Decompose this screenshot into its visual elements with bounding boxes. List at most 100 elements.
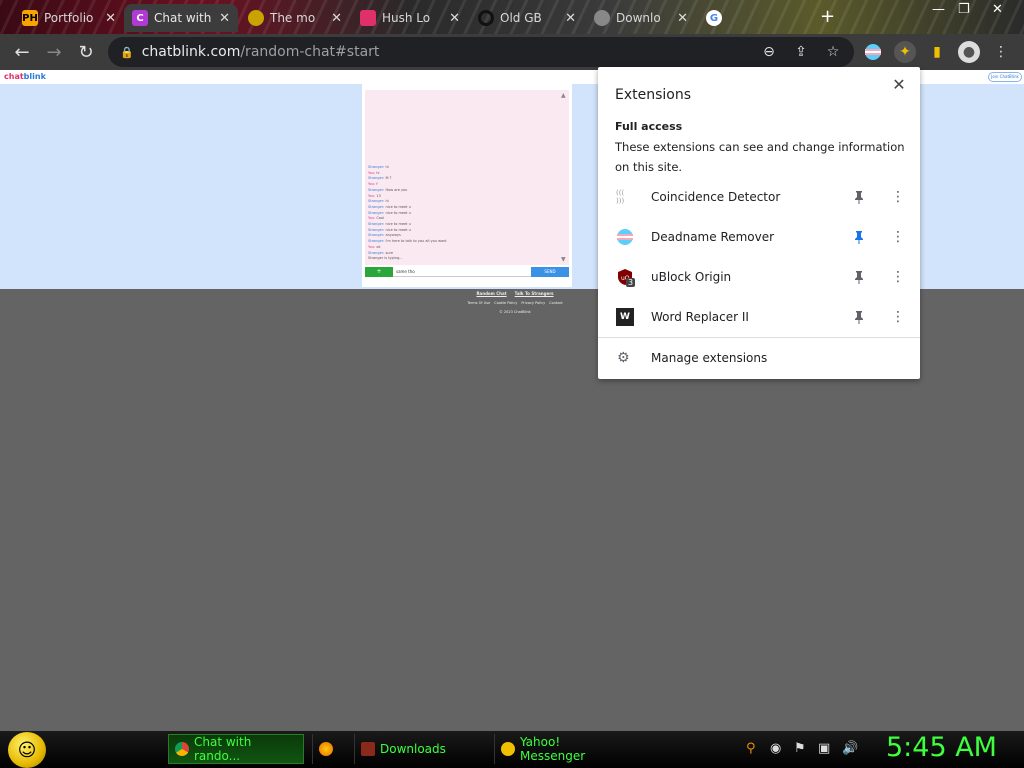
search-icon[interactable]: ⚲ xyxy=(746,741,756,756)
chat-text: ok xyxy=(376,244,381,249)
yahoo-smiley-icon xyxy=(501,742,515,756)
extensions-puzzle-icon[interactable]: ✦ xyxy=(894,41,916,63)
extension-name: Deadname Remover xyxy=(651,230,775,244)
reload-icon[interactable]: ↻ xyxy=(70,36,102,68)
site-icon xyxy=(248,10,264,26)
tab-the-mo[interactable]: The mo ✕ xyxy=(240,4,350,32)
volume-icon[interactable]: 🔊 xyxy=(842,741,858,756)
tab-downlo[interactable]: Downlo ✕ xyxy=(586,4,696,32)
close-icon[interactable]: ✕ xyxy=(565,11,576,26)
task-chrome-chat[interactable]: Chat with rando... xyxy=(168,734,304,764)
new-tab-icon[interactable]: + xyxy=(820,6,835,27)
forward-arrow-icon[interactable]: → xyxy=(38,36,70,68)
menu-kebab-icon[interactable]: ⋮ xyxy=(990,41,1012,63)
site-logo[interactable]: chatblink xyxy=(4,72,46,81)
chat-message: Stranger: anyways xyxy=(368,233,401,238)
messenger-tray-icon[interactable]: ◉ xyxy=(770,741,781,756)
footer-link-cookie[interactable]: Cookie Policy xyxy=(494,301,517,305)
tab-label: Old GB xyxy=(500,11,542,25)
minimize-icon[interactable]: — xyxy=(932,2,945,17)
side-panel-icon[interactable]: ▮ xyxy=(926,41,948,63)
tab-old-gb[interactable]: Old GB ✕ xyxy=(470,4,584,32)
share-icon[interactable]: ⇪ xyxy=(790,41,812,63)
task-firefox[interactable] xyxy=(312,734,348,764)
start-button-smiley-icon[interactable]: ☺ xyxy=(8,732,46,768)
footer-link-privacy[interactable]: Privacy Policy xyxy=(521,301,545,305)
more-options-icon[interactable]: ⋮ xyxy=(890,269,906,285)
tab-hush[interactable]: Hush Lo ✕ xyxy=(352,4,468,32)
chat-sender: Stranger: xyxy=(368,204,385,209)
close-icon[interactable]: ✕ xyxy=(105,11,116,26)
close-window-icon[interactable]: ✕ xyxy=(992,2,1003,17)
close-icon[interactable]: ✕ xyxy=(331,11,342,26)
extension-row-coincidence-detector[interactable]: ((( ))) Coincidence Detector ⋮ xyxy=(598,177,920,217)
site-footer: Random Chat Talk To Strangers Terms Of Us… xyxy=(440,291,590,314)
restore-icon[interactable]: ❐ xyxy=(958,2,970,17)
chat-message: Stranger: i'm here to talk to you all yo… xyxy=(368,239,447,244)
scroll-down-icon[interactable]: ▼ xyxy=(561,256,567,263)
more-options-icon[interactable]: ⋮ xyxy=(890,309,906,325)
zoom-icon[interactable]: ⊖ xyxy=(758,41,780,63)
pin-icon[interactable] xyxy=(851,269,867,285)
chat-sender: Stranger: xyxy=(368,176,385,181)
tab-label: The mo xyxy=(270,11,316,25)
chrome-icon xyxy=(175,742,189,756)
chat-log[interactable]: ▲ ▼ Stranger: hi You: hi Stranger: M ? You:… xyxy=(365,90,569,265)
close-icon[interactable]: ✕ xyxy=(219,11,230,26)
word-replacer-icon: W xyxy=(616,308,634,326)
extension-name: Coincidence Detector xyxy=(651,190,781,204)
close-icon[interactable]: ✕ xyxy=(888,73,910,95)
extensions-popup: Extensions ✕ Full access These extension… xyxy=(598,67,920,379)
pin-icon[interactable] xyxy=(851,309,867,325)
more-options-icon[interactable]: ⋮ xyxy=(890,189,906,205)
task-downloads[interactable]: Downloads xyxy=(354,734,486,764)
scroll-up-icon[interactable]: ▲ xyxy=(561,92,567,99)
gear-icon: ⚙ xyxy=(617,350,630,366)
manage-extensions-label: Manage extensions xyxy=(651,351,768,365)
extension-row-ublock-origin[interactable]: uO 3 uBlock Origin ⋮ xyxy=(598,257,920,297)
firefox-icon xyxy=(319,742,333,756)
tab-label: Downlo xyxy=(616,11,661,25)
chat-sender: Stranger: xyxy=(368,250,385,255)
trans-flag-extension-icon[interactable] xyxy=(862,41,884,63)
chat-message: You: Cool xyxy=(368,216,384,221)
chat-text: hi xyxy=(376,170,380,175)
footer-link-talk-to-strangers[interactable]: Talk To Strangers xyxy=(515,291,554,296)
pinned-icon[interactable] xyxy=(851,229,867,245)
ublock-shield-icon: uO 3 xyxy=(616,268,636,287)
tab-portfolio[interactable]: PH Portfolio ✕ xyxy=(14,4,124,32)
more-options-icon[interactable]: ⋮ xyxy=(890,229,906,245)
divider xyxy=(598,337,920,338)
join-button[interactable]: Join ChatBlink xyxy=(988,72,1022,82)
network-flag-icon[interactable]: ⚑ xyxy=(794,741,806,756)
clock[interactable]: 5:45 AM xyxy=(886,732,997,763)
profile-avatar-icon[interactable]: ● xyxy=(958,41,980,63)
folder-icon xyxy=(361,742,375,756)
footer-link-contact[interactable]: Contact xyxy=(549,301,563,305)
back-arrow-icon[interactable]: ← xyxy=(6,36,38,68)
chat-message: Stranger: sure xyxy=(368,251,393,256)
pin-icon[interactable] xyxy=(851,189,867,205)
ublock-badge: 3 xyxy=(626,278,636,287)
close-icon[interactable]: ✕ xyxy=(677,11,688,26)
add-button[interactable]: + xyxy=(365,267,393,277)
send-button[interactable]: SEND xyxy=(531,267,569,277)
chat-sender: Stranger: xyxy=(368,233,385,238)
chat-text: i'm here to talk to you all you want xyxy=(385,239,447,244)
footer-link-terms[interactable]: Terms Of Use xyxy=(467,301,490,305)
chat-text: How are you xyxy=(385,187,408,192)
ph-icon: PH xyxy=(22,10,38,26)
extension-row-deadname-remover[interactable]: Deadname Remover ⋮ xyxy=(598,217,920,257)
tab-google[interactable]: G xyxy=(698,4,808,32)
tab-chat[interactable]: C Chat with ✕ xyxy=(124,4,238,32)
address-bar[interactable]: 🔒 chatblink.com/random-chat#start xyxy=(108,37,854,67)
lock-icon[interactable]: 🔒 xyxy=(120,46,134,59)
manage-extensions-button[interactable]: ⚙ Manage extensions xyxy=(598,347,920,369)
task-yahoo-messenger[interactable]: Yahoo! Messenger xyxy=(494,734,628,764)
footer-link-random-chat[interactable]: Random Chat xyxy=(476,291,506,296)
network-icon[interactable]: ▣ xyxy=(818,741,830,756)
bookmark-star-icon[interactable]: ☆ xyxy=(822,41,844,63)
message-input[interactable]: same tho xyxy=(393,267,531,277)
close-icon[interactable]: ✕ xyxy=(449,11,460,26)
extension-row-word-replacer[interactable]: W Word Replacer II ⋮ xyxy=(598,297,920,337)
